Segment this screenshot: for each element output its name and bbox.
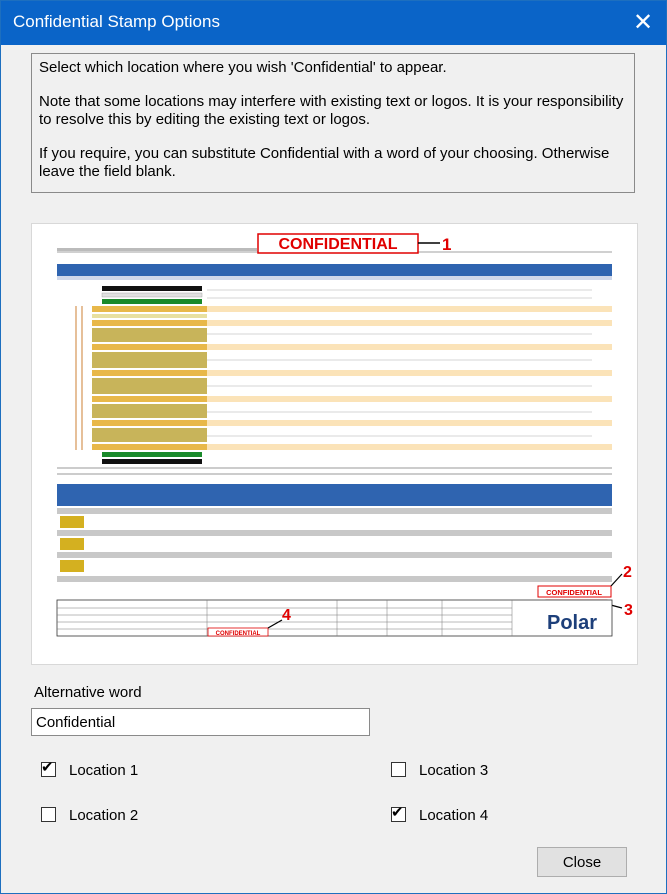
- location-4-checkbox[interactable]: ✔ Location 4: [391, 804, 489, 824]
- stamp-text-1: CONFIDENTIAL: [278, 236, 397, 253]
- polar-logo: Polar: [547, 612, 597, 634]
- checkbox-box[interactable]: [391, 762, 406, 777]
- location-2-checkbox[interactable]: Location 2: [41, 807, 138, 824]
- stamp-location-preview: CONFIDENTIAL 1 CONFIDENTIAL 2 3 Polar CO…: [31, 223, 638, 665]
- checkbox-box[interactable]: ✔: [41, 759, 56, 777]
- check-icon: ✔: [41, 759, 54, 776]
- check-icon: ✔: [391, 804, 404, 821]
- stackup-diagram: [75, 286, 212, 464]
- title-block: Polar: [56, 599, 613, 637]
- stamp-text-2: CONFIDENTIAL: [546, 588, 602, 597]
- checkbox-box[interactable]: ✔: [391, 804, 406, 822]
- alternative-word-input[interactable]: [31, 708, 370, 736]
- close-icon[interactable]: ✕: [620, 1, 666, 45]
- stackup-table: [207, 284, 612, 464]
- stamp-text-4: CONFIDENTIAL: [216, 631, 261, 637]
- marker-2: 2: [623, 564, 632, 581]
- marker-4: 4: [282, 607, 291, 624]
- location-3-checkbox[interactable]: Location 3: [391, 762, 488, 779]
- checkbox-box[interactable]: [41, 807, 56, 822]
- location-4-label: Location 4: [419, 807, 489, 824]
- location-3-label: Location 3: [419, 762, 489, 779]
- marker-1: 1: [442, 235, 451, 254]
- instructions-box: Select which location where you wish 'Co…: [31, 53, 635, 193]
- location-1-label: Location 1: [69, 762, 139, 779]
- marker-3: 3: [624, 602, 633, 619]
- alternative-word-label: Alternative word: [34, 684, 142, 701]
- dialog-title: Confidential Stamp Options: [13, 12, 220, 31]
- instruction-line-1: Select which location where you wish 'Co…: [39, 59, 447, 76]
- dialog-window: Confidential Stamp Options ✕ Select whic…: [0, 0, 667, 894]
- instruction-line-3: If you require, you can substitute Confi…: [39, 145, 610, 180]
- location-1-checkbox[interactable]: ✔ Location 1: [41, 759, 139, 779]
- title-bar[interactable]: Confidential Stamp Options ✕: [1, 1, 666, 45]
- preview-document: CONFIDENTIAL 1 CONFIDENTIAL 2 3 Polar CO…: [56, 233, 633, 637]
- instruction-line-2: Note that some locations may interfere w…: [39, 93, 624, 128]
- close-button[interactable]: Close: [537, 847, 627, 877]
- location-2-label: Location 2: [69, 807, 139, 824]
